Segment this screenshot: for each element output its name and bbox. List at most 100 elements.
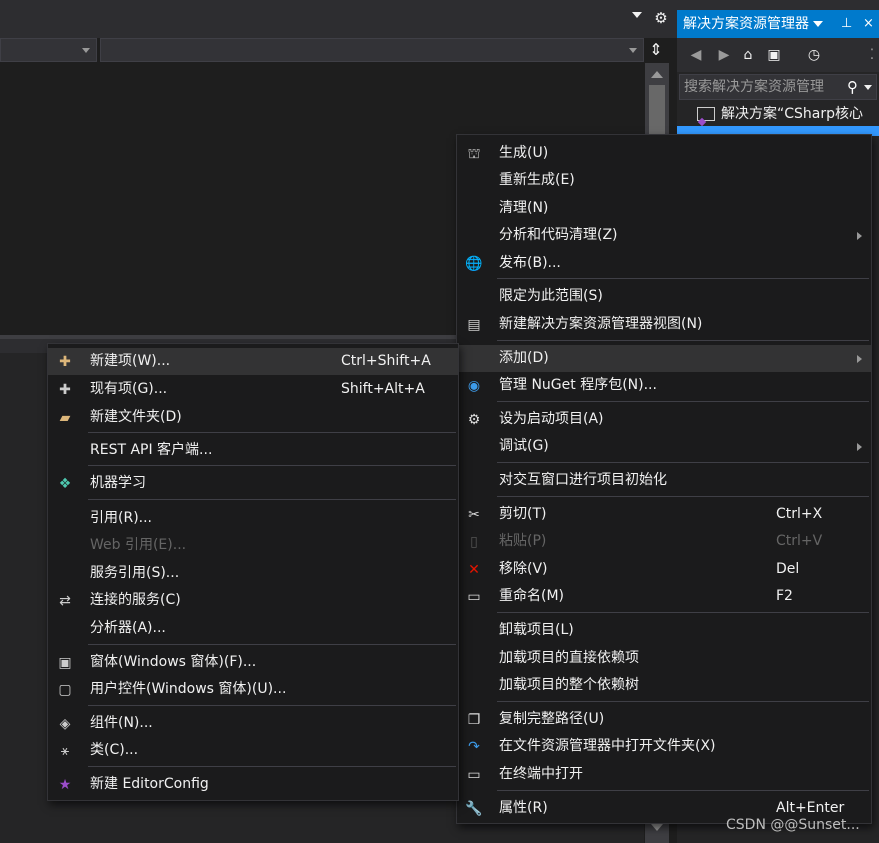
menu-item[interactable]: 调试(G) (457, 433, 871, 460)
project-combo[interactable] (0, 38, 97, 62)
menu-item[interactable]: 重新生成(E) (457, 167, 871, 194)
home-icon[interactable]: ⌂ (739, 46, 757, 64)
solution-explorer-search-input[interactable]: 搜索解决方案资源管理 ⚲ (679, 74, 877, 100)
menu-item[interactable]: ⇄ 连接的服务(C) (48, 587, 458, 614)
history-icon[interactable]: ◷ (805, 46, 823, 64)
chevron-down-icon[interactable] (813, 21, 823, 27)
menu-item[interactable]: ▭ 重命名(M) F2 (457, 583, 871, 610)
editorconfig-icon: ★ (58, 777, 72, 793)
pin-icon[interactable]: ⊥ (841, 10, 852, 38)
menu-item-shortcut: Ctrl+Shift+A (341, 353, 431, 369)
menu-item-label: 在文件资源管理器中打开文件夹(X) (499, 738, 716, 754)
menu-item[interactable]: ★ 新建 EditorConfig (48, 771, 458, 798)
menu-item[interactable]: ◉ 管理 NuGet 程序包(N)... (457, 372, 871, 399)
menu-item[interactable]: 对交互窗口进行项目初始化 (457, 467, 871, 494)
menu-item[interactable]: ▤ 新建解决方案资源管理器视图(N) (457, 311, 871, 338)
menu-item[interactable]: 引用(R)... (48, 505, 458, 532)
menu-item-label: 移除(V) (499, 561, 548, 577)
solution-tree-item[interactable]: 解决方案“CSharp核心 (677, 102, 879, 126)
chevron-down-icon (82, 48, 90, 53)
menu-item-label: 管理 NuGet 程序包(N)... (499, 377, 657, 393)
scissors-icon: ✂ (468, 507, 480, 523)
copy-icon: ❐ (467, 712, 481, 728)
menu-item[interactable]: 加载项目的直接依赖项 (457, 645, 871, 672)
menu-item[interactable]: ✚ 新建项(W)... Ctrl+Shift+A (48, 348, 458, 375)
search-icon[interactable]: ⚲ (847, 75, 858, 99)
forward-icon[interactable]: ▶ (715, 46, 733, 64)
close-icon[interactable]: × (863, 10, 874, 38)
menu-item[interactable]: ❖ 机器学习 (48, 470, 458, 497)
form-icon: ▣ (58, 655, 72, 671)
publish-globe-icon: 🌐 (465, 256, 483, 272)
menu-item[interactable]: ⚙ 设为启动项目(A) (457, 406, 871, 433)
menu-item[interactable]: 🌐 发布(B)... (457, 250, 871, 277)
refresh-arrow-icon: ↷ (468, 739, 480, 755)
menu-item-label: 类(C)... (90, 742, 139, 758)
menu-item[interactable]: ▰ 新建文件夹(D) (48, 404, 458, 431)
solution-icon (697, 107, 715, 121)
menu-item[interactable]: REST API 客户端... (48, 437, 458, 464)
menu-separator (497, 701, 869, 702)
menu-item-label: 引用(R)... (90, 510, 153, 526)
menu-item[interactable]: ✕ 移除(V) Del (457, 556, 871, 583)
menu-item-label: 机器学习 (90, 475, 146, 491)
menu-item-label: 连接的服务(C) (90, 592, 181, 608)
menu-item-label: 服务引用(S)... (90, 565, 180, 581)
menu-item-label: 属性(R) (499, 800, 548, 816)
menu-item[interactable]: 分析和代码清理(Z) (457, 222, 871, 249)
menu-item: Web 引用(E)... (48, 532, 458, 559)
submenu-arrow-icon (857, 355, 862, 363)
menu-item[interactable]: ✚ 现有项(G)... Shift+Alt+A (48, 376, 458, 403)
submenu-arrow-icon (857, 443, 862, 451)
menu-item[interactable]: 卸载项目(L) (457, 617, 871, 644)
menu-item-shortcut: Ctrl+X (776, 506, 823, 522)
gear-icon[interactable]: ⚙ (653, 10, 669, 26)
scroll-down-icon[interactable] (651, 824, 663, 831)
menu-item[interactable]: ▣ 窗体(Windows 窗体)(F)... (48, 649, 458, 676)
menu-item[interactable]: 清理(N) (457, 195, 871, 222)
menu-item-label: 新建 EditorConfig (90, 776, 209, 792)
menu-item-label: 复制完整路径(U) (499, 711, 605, 727)
more-icon[interactable]: ⁚ (863, 46, 879, 64)
menu-item[interactable]: 限定为此范围(S) (457, 283, 871, 310)
back-icon[interactable]: ◀ (687, 46, 705, 64)
menu-item[interactable]: 分析器(A)... (48, 615, 458, 642)
menu-item[interactable]: ▭ 在终端中打开 (457, 761, 871, 788)
menu-item-shortcut: Del (776, 561, 800, 577)
menu-item[interactable]: 加载项目的整个依赖树 (457, 672, 871, 699)
machine-learning-icon: ❖ (58, 476, 72, 492)
solution-explorer-title[interactable]: 解决方案资源管理器 ⊥ × (677, 10, 879, 38)
new-folder-icon: ▰ (59, 410, 71, 426)
menu-item[interactable]: 服务引用(S)... (48, 560, 458, 587)
window-dropdown-icon[interactable] (632, 12, 642, 18)
project-context-menu: ⛫ 生成(U) 重新生成(E) 清理(N) 分析和代码清理(Z) 🌐 发布(B)... 限定为… (456, 134, 872, 824)
search-options-dropdown-icon[interactable] (864, 85, 872, 90)
menu-item[interactable]: ↷ 在文件资源管理器中打开文件夹(X) (457, 733, 871, 760)
menu-item-shortcut: Shift+Alt+A (341, 381, 425, 397)
menu-item-label: 剪切(T) (499, 506, 547, 522)
menu-item[interactable]: ▢ 用户控件(Windows 窗体)(U)... (48, 676, 458, 703)
menu-item-label: REST API 客户端... (90, 442, 213, 458)
menu-item-label: 卸载项目(L) (499, 622, 574, 638)
menu-item-label: 用户控件(Windows 窗体)(U)... (90, 681, 287, 697)
member-combo[interactable] (100, 38, 644, 62)
menu-item[interactable]: ◈ 组件(N)... (48, 710, 458, 737)
chevron-down-icon (629, 48, 637, 53)
menu-item-label: 分析和代码清理(Z) (499, 227, 618, 243)
scroll-up-icon[interactable] (651, 71, 663, 78)
menu-item[interactable]: ⛫ 生成(U) (457, 140, 871, 167)
menu-item-label: 发布(B)... (499, 255, 561, 271)
menu-item-label: 重新生成(E) (499, 172, 575, 188)
switch-views-icon[interactable]: ▣ (765, 46, 783, 64)
menu-item[interactable]: ⚹ 类(C)... (48, 737, 458, 764)
menu-item-label: 新建文件夹(D) (90, 409, 182, 425)
split-editor-icon[interactable]: ⇕ (646, 40, 666, 62)
build-icon: ⛫ (467, 146, 481, 162)
menu-item[interactable]: ✂ 剪切(T) Ctrl+X (457, 501, 871, 528)
menu-item[interactable]: ❐ 复制完整路径(U) (457, 706, 871, 733)
menu-item[interactable]: 添加(D) (457, 345, 871, 372)
menu-item-label: 现有项(G)... (90, 381, 168, 397)
solution-explorer-toolbar: ◀ ▶ ⌂ ▣ ◷ ⁚ (677, 38, 879, 72)
search-placeholder: 搜索解决方案资源管理 (684, 79, 824, 95)
new-view-icon: ▤ (467, 317, 481, 333)
